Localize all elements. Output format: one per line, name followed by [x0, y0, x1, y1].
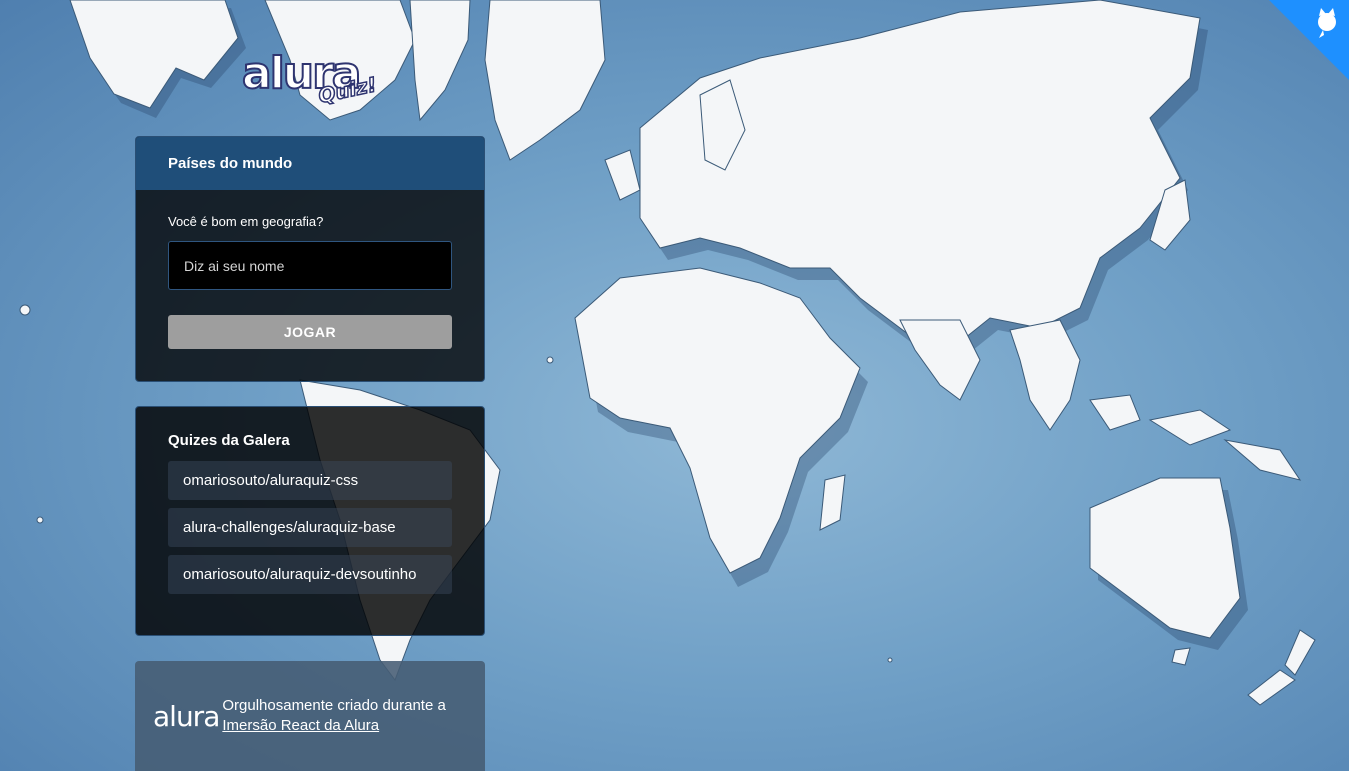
main-quiz-widget: Países do mundo Você é bom em geografia?… — [135, 136, 485, 382]
gallery-item[interactable]: omariosouto/aluraquiz-devsoutinho — [168, 555, 452, 594]
play-button[interactable]: JOGAR — [168, 315, 452, 349]
quiz-question: Você é bom em geografia? — [168, 214, 324, 229]
footer-caption: Orgulhosamente criado durante a — [222, 697, 446, 714]
greenland-land — [484, 0, 606, 161]
alura-logo: alura — [153, 699, 220, 733]
australia-land — [1089, 477, 1241, 639]
footer-text: Orgulhosamente criado durante a Imersão … — [222, 696, 485, 736]
github-corner[interactable] — [1269, 0, 1349, 80]
quiz-title: Países do mundo — [168, 155, 293, 172]
gallery-item[interactable]: omariosouto/aluraquiz-css — [168, 461, 452, 500]
widget-header: Países do mundo — [136, 137, 484, 190]
footer: alura Orgulhosamente criado durante a Im… — [135, 661, 485, 771]
world-map-background — [19, 0, 1316, 706]
gallery-item[interactable]: alura-challenges/aluraquiz-base — [168, 508, 452, 547]
gallery-widget: Quizes da Galera omariosouto/aluraquiz-c… — [135, 406, 485, 636]
gallery-list: omariosouto/aluraquiz-css alura-challeng… — [136, 449, 484, 594]
alura-quiz-logo: alura Quiz! — [241, 51, 379, 109]
name-form: Você é bom em geografia? JOGAR — [136, 190, 484, 349]
imersao-react-link[interactable]: Imersão React da Alura — [222, 717, 379, 734]
north-america-land — [69, 0, 239, 109]
gallery-title: Quizes da Galera — [168, 432, 290, 449]
name-input[interactable] — [168, 241, 452, 290]
